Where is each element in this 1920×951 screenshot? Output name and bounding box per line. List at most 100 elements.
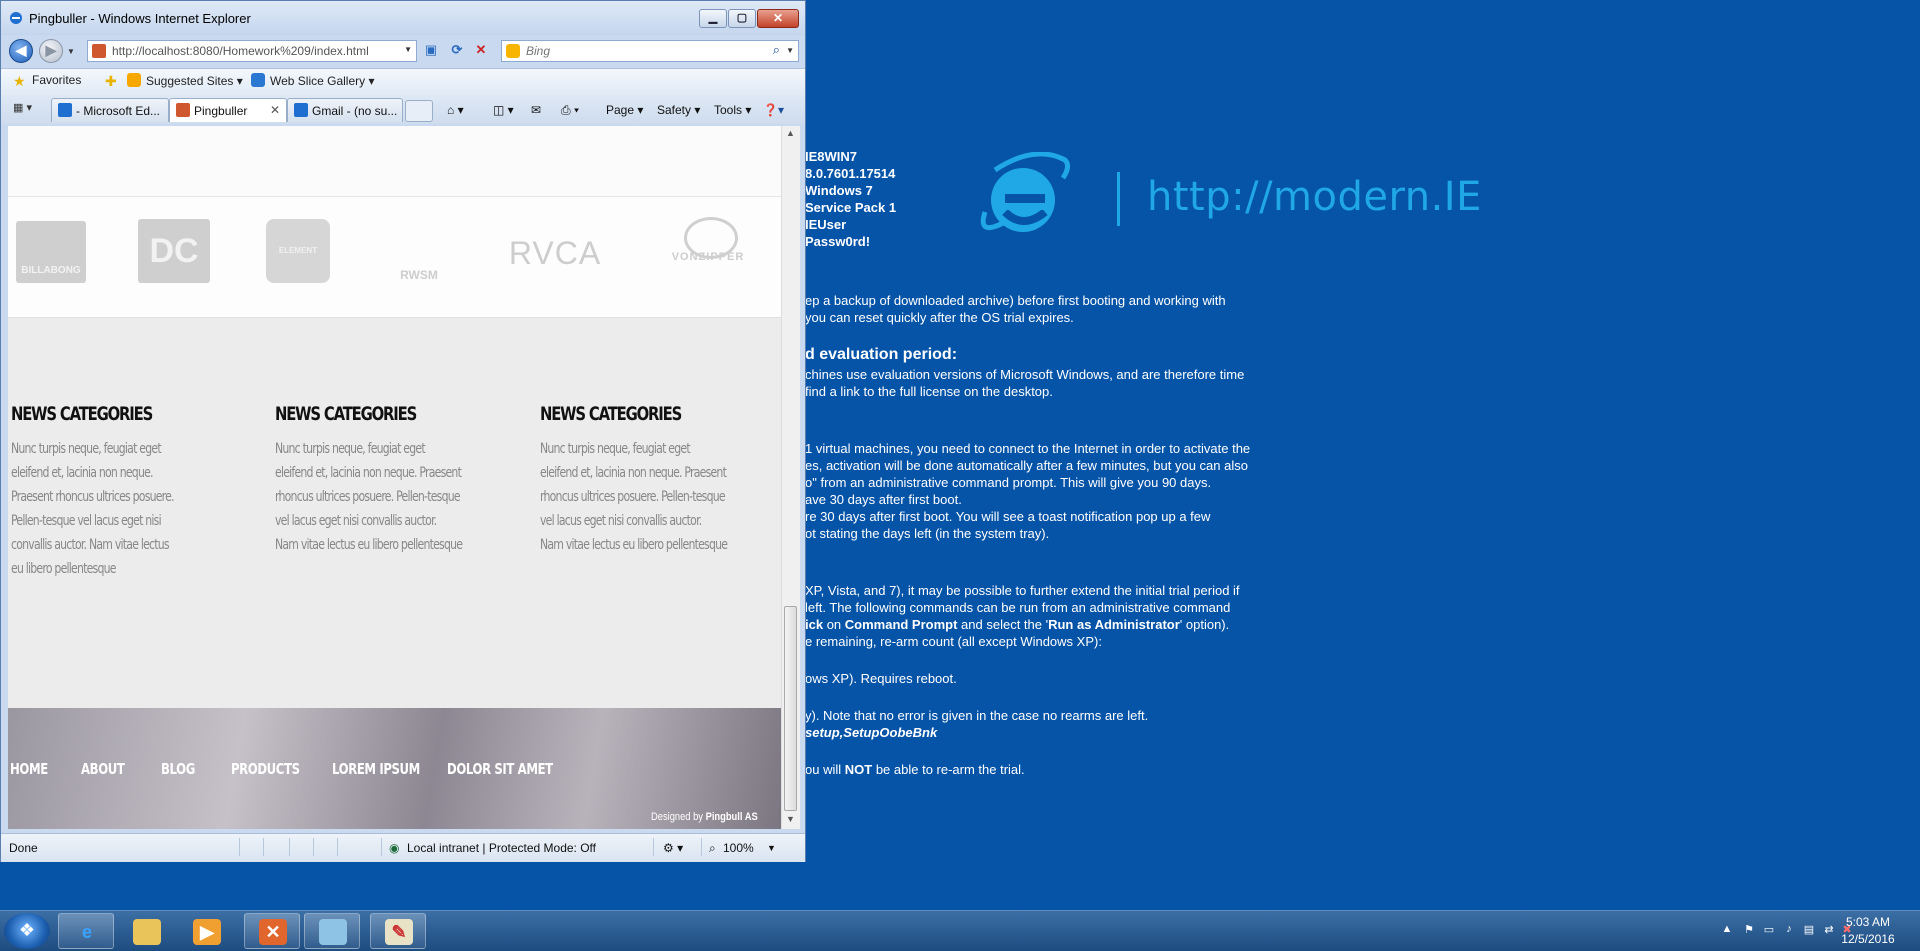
forward-button[interactable]: ▶ [39, 39, 63, 63]
vertical-scrollbar[interactable]: ▲ ▼ [781, 126, 800, 829]
taskbar-notepad[interactable] [304, 913, 360, 949]
designed-by-credit: Designed by Pingbull AS [651, 811, 758, 823]
zoom-level[interactable]: 100% [723, 841, 754, 855]
address-dropdown-icon[interactable]: ▼ [404, 45, 412, 54]
compatibility-view-icon[interactable]: ▣ [421, 42, 441, 62]
network-icon[interactable]: ▤ [1802, 923, 1816, 937]
back-arrow-icon: ◀ [15, 42, 27, 58]
desktop-text-line: ep a backup of downloaded archive) befor… [805, 293, 1226, 308]
desktop-text-line: es, activation will be done automaticall… [805, 458, 1248, 473]
rss-icon: ◫ [493, 103, 505, 117]
safety-menu[interactable]: Safety ▾ [657, 103, 700, 117]
close-icon: ✕ [772, 11, 784, 25]
ie-icon [10, 12, 22, 24]
action-center-icon[interactable]: ⚑ [1742, 923, 1756, 937]
tab-gmail[interactable]: Gmail - (no su... [287, 98, 403, 122]
billabong-logo[interactable]: BILLABONG [16, 221, 86, 283]
home-icon: ⌂ [447, 103, 455, 117]
status-bar: Done ◉ Local intranet | Protected Mode: … [1, 833, 805, 862]
start-button[interactable]: ❖ [4, 913, 50, 949]
desktop-text-line: ows XP). Requires reboot. [805, 671, 957, 686]
desktop-text-line: ave 30 days after first boot. [805, 492, 962, 507]
maximize-button[interactable]: ▢ [728, 9, 756, 28]
help-menu[interactable]: ❓▾ [763, 103, 784, 117]
desktop-text-line: setup,SetupOobeBnk [805, 725, 938, 740]
taskbar-explorer[interactable] [118, 913, 174, 949]
footer-link-blog[interactable]: BLOG [161, 760, 195, 778]
back-button[interactable]: ◀ [9, 39, 33, 63]
tab-pingbuller[interactable]: Pingbuller ✕ [169, 98, 287, 122]
history-dropdown-icon[interactable]: ▼ [67, 47, 75, 56]
status-text: Done [9, 841, 38, 855]
new-tab-button[interactable] [405, 100, 433, 122]
search-input[interactable] [526, 41, 746, 61]
desktop-instructions: ep a backup of downloaded archive) befor… [805, 292, 1265, 778]
news-title: NEWS CATEGORIES [275, 403, 417, 425]
clock-time[interactable]: 5:03 AM [1838, 915, 1898, 929]
zoom-dropdown-icon[interactable]: ▼ [767, 843, 776, 853]
suggested-sites-icon [127, 73, 141, 87]
clock-date[interactable]: 12/5/2016 [1838, 932, 1898, 946]
scroll-down-arrow-icon[interactable]: ▼ [782, 814, 799, 828]
news-text: Nunc turpis neque, feugiat eget eleifend… [11, 441, 175, 577]
stop-icon[interactable]: ✕ [471, 42, 491, 62]
sync-icon[interactable]: ⇄ [1822, 923, 1836, 937]
tools-menu[interactable]: Tools ▾ [714, 103, 751, 117]
modern-ie-logo: http://modern.IE [975, 152, 1481, 252]
favorites-bar: ★ Favorites ✚ Suggested Sites ▾ Web Slice… [1, 68, 805, 96]
address-input[interactable] [112, 41, 392, 61]
feeds-button[interactable]: ◫ ▾ [493, 103, 514, 117]
element-logo[interactable]: ELEMENT [266, 219, 330, 283]
footer-link-lorem-ipsum[interactable]: LOREM IPSUM [332, 760, 420, 778]
media-player-icon: ▶ [193, 919, 221, 945]
favorites-button[interactable]: ★ Favorites [13, 73, 81, 91]
show-hidden-icons-icon[interactable]: ▲ [1720, 923, 1734, 937]
print-button[interactable]: ⎙ ▾ [561, 103, 579, 118]
read-mail-button[interactable]: ✉ [531, 103, 541, 117]
page-menu[interactable]: Page ▾ [606, 103, 643, 117]
tab-bar: ▦ ▾ - Microsoft Ed... Pingbuller ✕ Gmail… [1, 95, 805, 124]
footer-link-home[interactable]: HOME [10, 760, 48, 778]
folder-icon [133, 919, 161, 945]
quick-tabs-button[interactable]: ▦ ▾ [13, 101, 49, 119]
scroll-up-arrow-icon[interactable]: ▲ [782, 128, 799, 142]
xampp-icon: ✕ [259, 919, 287, 945]
protected-mode-icon[interactable]: ⚙ ▾ [663, 841, 683, 855]
security-zone-text[interactable]: Local intranet | Protected Mode: Off [407, 841, 596, 855]
rvca-logo[interactable]: RVCA [500, 235, 610, 275]
forward-arrow-icon: ▶ [45, 42, 57, 58]
desktop-text-line: e remaining, re-arm count (all except Wi… [805, 634, 1102, 649]
footer-link-about[interactable]: ABOUT [81, 760, 125, 778]
taskbar-ie[interactable]: e [58, 913, 114, 949]
dc-logo[interactable]: DC [138, 219, 210, 283]
taskbar-paint[interactable]: ✎ [370, 913, 426, 949]
close-tab-icon[interactable]: ✕ [270, 103, 280, 117]
web-slice-gallery-button[interactable]: Web Slice Gallery ▾ [251, 73, 375, 91]
display-icon[interactable]: ▭ [1762, 923, 1776, 937]
close-button[interactable]: ✕ [757, 9, 799, 28]
scroll-thumb[interactable] [784, 606, 797, 811]
suggested-sites-button[interactable]: Suggested Sites ▾ [127, 73, 243, 91]
minimize-button[interactable]: ▁ [699, 9, 727, 28]
tab-microsoft-edge[interactable]: - Microsoft Ed... [51, 98, 169, 122]
minimize-icon: ▁ [708, 12, 718, 24]
footer-link-products[interactable]: PRODUCTS [231, 760, 300, 778]
taskbar-xampp[interactable]: ✕ [244, 913, 300, 949]
search-dropdown-icon[interactable]: ▼ [786, 46, 794, 55]
footer-link-dolor-sit-amet[interactable]: DOLOR SIT AMET [447, 760, 553, 778]
window-title: Pingbuller - Windows Internet Explorer [29, 11, 251, 26]
volume-icon[interactable]: ♪ [1782, 923, 1796, 937]
add-favorite-button[interactable]: ✚ [105, 73, 124, 91]
title-bar[interactable]: Pingbuller - Windows Internet Explorer ▁… [1, 1, 805, 35]
home-button[interactable]: ⌂ ▾ [447, 103, 464, 117]
taskbar-media-player[interactable]: ▶ [178, 913, 234, 949]
address-bar[interactable]: ▼ [87, 40, 417, 62]
desktop-text-line: left. The following commands can be run … [805, 600, 1231, 615]
search-icon[interactable]: ⌕ [773, 42, 780, 58]
search-bar[interactable]: ⌕ ▼ [501, 40, 799, 62]
mail-icon: ✉ [531, 103, 542, 117]
refresh-icon[interactable]: ⟳ [447, 42, 467, 62]
desktop-heading: d evaluation period: [805, 346, 958, 363]
rwsm-logo[interactable]: RWSM [391, 219, 447, 283]
bing-icon [506, 44, 520, 58]
